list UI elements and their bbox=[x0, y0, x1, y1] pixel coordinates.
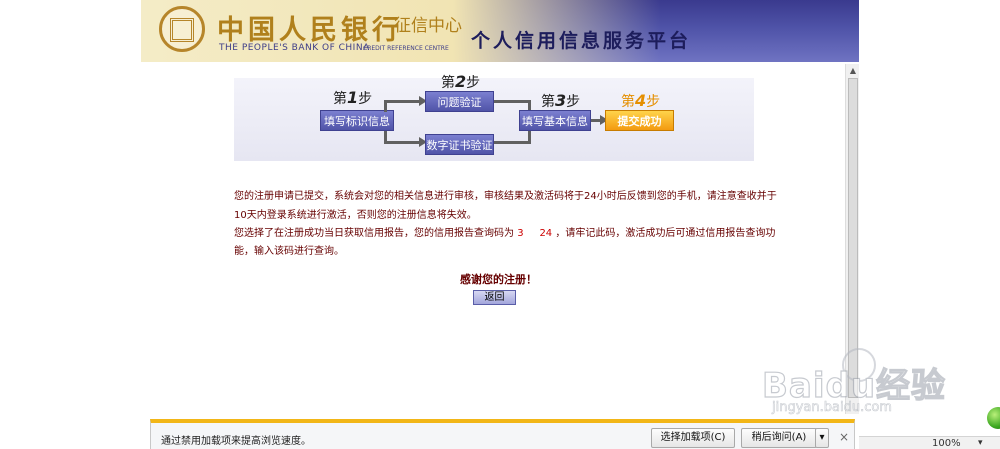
step2-suffix: 步 bbox=[466, 75, 481, 91]
bank-name-cn: 中国人民银行 bbox=[217, 15, 403, 46]
step4-box: 提交成功 bbox=[605, 110, 674, 131]
bank-seal-logo bbox=[159, 6, 205, 52]
step1-label: 第1步 bbox=[333, 88, 372, 108]
step1-number: 1 bbox=[347, 88, 359, 107]
step3-label: 第3步 bbox=[541, 91, 580, 111]
step3-box: 填写基本信息 bbox=[519, 110, 591, 131]
step1-box: 填写标识信息 bbox=[320, 110, 394, 131]
step3-number: 3 bbox=[555, 91, 567, 110]
step4-suffix: 步 bbox=[646, 94, 661, 110]
credit-ref-label: CREDIT REFERENCE CENTRE bbox=[363, 45, 449, 52]
ask-later-button[interactable]: 稍后询问(A) bbox=[741, 428, 817, 448]
message-line-3-suffix: ，请牢记此码，激活成功后可通过信用报告查询功 bbox=[555, 228, 776, 239]
bank-name-en: THE PEOPLE'S BANK OF CHINA bbox=[219, 43, 370, 53]
baidu-watermark: Baidu经验 jingyan.baidu.com bbox=[761, 348, 952, 418]
ask-later-dropdown-icon[interactable]: ▾ bbox=[815, 428, 829, 448]
step2-prefix: 第 bbox=[441, 75, 455, 91]
addon-notification-bar: 通过禁用加载项来提高浏览速度。 选择加载项(C) 稍后询问(A) ▾ × bbox=[150, 419, 855, 449]
message-line-3-prefix: 您选择了在注册成功当日获取信用报告，您的信用报告查询码为 bbox=[234, 228, 514, 239]
green-orb-icon[interactable] bbox=[987, 407, 1000, 429]
step1-prefix: 第 bbox=[333, 91, 347, 107]
step4-label: 第4步 bbox=[621, 91, 660, 111]
message-line-4: 能，输入该码进行查询。 bbox=[234, 246, 344, 257]
arrow-1a-horiz bbox=[384, 100, 420, 103]
step1-suffix: 步 bbox=[358, 91, 373, 107]
step4-prefix: 第 bbox=[621, 94, 635, 110]
notification-close-icon[interactable]: × bbox=[839, 430, 849, 444]
arrow-2b-vert bbox=[528, 131, 531, 144]
bank-subtitle: 征信中心 bbox=[394, 16, 462, 36]
step2-box-certificate: 数字证书验证 bbox=[425, 134, 494, 155]
header-banner: 中国人民银行 征信中心 THE PEOPLE'S BANK OF CHINA C… bbox=[141, 0, 859, 62]
message-line-2: 10天内登录系统进行激活，否则您的注册信息将失效。 bbox=[234, 210, 477, 221]
platform-title: 个人信用信息服务平台 bbox=[471, 30, 692, 52]
step4-number: 4 bbox=[635, 91, 647, 110]
scroll-up-arrow-icon[interactable]: ▲ bbox=[846, 64, 860, 78]
zoom-chevron-icon[interactable]: ▾ bbox=[978, 438, 983, 448]
thanks-text: 感谢您的注册！ bbox=[460, 273, 537, 286]
step3-suffix: 步 bbox=[566, 94, 581, 110]
watermark-url: jingyan.baidu.com bbox=[772, 400, 893, 416]
choose-addons-button[interactable]: 选择加载项(C) bbox=[651, 428, 735, 448]
step2-box-question: 问题验证 bbox=[425, 91, 494, 112]
step3-prefix: 第 bbox=[541, 94, 555, 110]
message-line-3: 您选择了在注册成功当日获取信用报告，您的信用报告查询码为 3 24 ，请牢记此码… bbox=[234, 224, 775, 239]
steps-progress-panel: 第1步 填写标识信息 第2步 问题验证 数字证书验证 第3步 填写基本信息 第4… bbox=[234, 72, 754, 161]
query-code: 3 24 bbox=[517, 228, 553, 239]
zoom-level[interactable]: 100% bbox=[932, 438, 961, 449]
back-button[interactable]: 返回 bbox=[473, 290, 516, 305]
arrow-1b-horiz bbox=[384, 141, 420, 144]
step2-label: 第2步 bbox=[441, 72, 480, 92]
arrow-2a-horiz bbox=[494, 100, 530, 103]
notification-text: 通过禁用加载项来提高浏览速度。 bbox=[161, 436, 311, 447]
step2-number: 2 bbox=[455, 72, 467, 91]
arrow-2b-horiz bbox=[494, 141, 530, 144]
message-line-1: 您的注册申请已提交，系统会对您的相关信息进行审核，审核结果及激活码将于24小时后… bbox=[234, 191, 777, 202]
arrow-2a-vert bbox=[528, 100, 531, 110]
seal-inner-mark bbox=[170, 18, 194, 42]
